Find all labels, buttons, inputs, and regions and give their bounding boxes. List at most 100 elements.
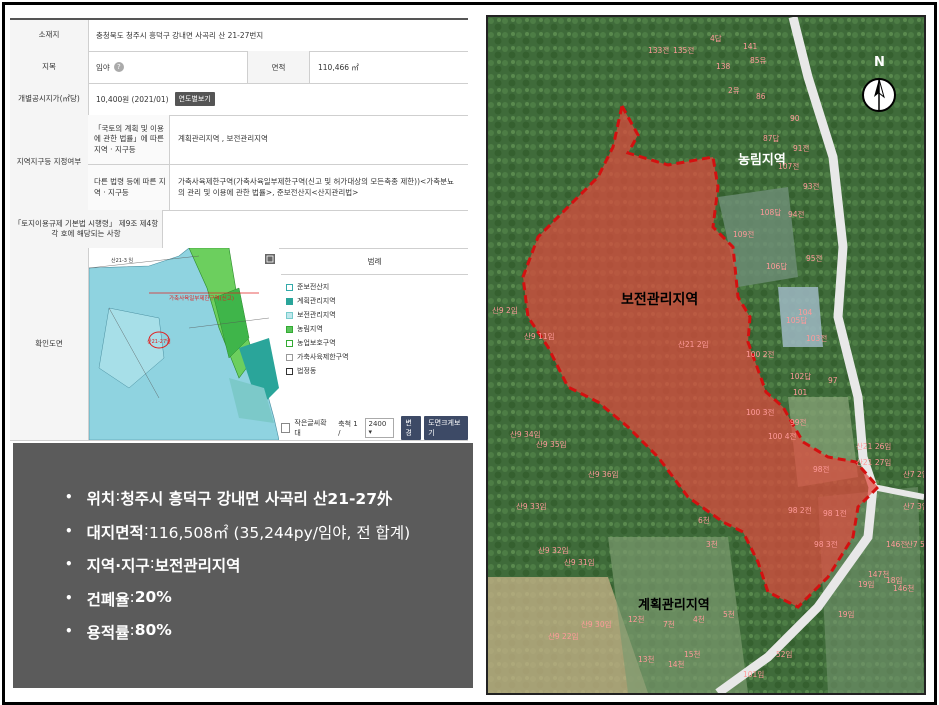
north-label: N <box>874 55 885 70</box>
cadastral-map[interactable]: 산21-3 임 가축사육일부제한구역(신고) 산21-27임 <box>89 248 279 440</box>
legend-swatch <box>286 311 293 319</box>
address-label: 소재지 <box>10 20 89 51</box>
enlarge-map-button[interactable]: 도면크게보기 <box>424 416 468 440</box>
summary-item-coverage: • 건폐율 : 20% <box>65 587 172 609</box>
category-row: 지목 임야 ? 면적 110,466 ㎡ <box>10 51 468 84</box>
legend-swatch <box>286 283 293 291</box>
aerial-map-canvas: N 보전관리지역 농림지역 계획관리지역 133전 135전 141 4답 13… <box>488 17 924 693</box>
map-label: 확인도면 <box>10 248 89 440</box>
price-label: 개별공시지가(㎡당) <box>10 83 89 115</box>
help-icon[interactable]: ? <box>113 62 124 72</box>
address-value: 충청북도 청주시 흥덕구 강내면 사곡리 산 21-27번지 <box>96 31 264 40</box>
legend-label: 농림지역 <box>297 325 323 333</box>
category-cell: 임야 ? <box>88 51 248 83</box>
regulation-row: 「토지이용규제 기본법 시행령」 제9조 제4항 각 호에 해당되는 사항 <box>10 210 468 249</box>
svg-text:산21 26임: 산21 26임 <box>856 441 891 451</box>
legend-item-5: 가축사육제한구역 <box>286 352 349 362</box>
svg-text:85유: 85유 <box>750 56 767 65</box>
svg-text:101: 101 <box>793 388 808 397</box>
address-row: 소재지 충청북도 청주시 흥덕구 강내면 사곡리 산 21-27번지 <box>10 20 468 52</box>
svg-text:52임: 52임 <box>776 650 792 659</box>
svg-text:산9 2임: 산9 2임 <box>492 305 518 315</box>
svg-text:86: 86 <box>756 92 766 101</box>
svg-text:90: 90 <box>790 114 800 123</box>
scale-select[interactable]: 2400 ▾ <box>364 418 395 438</box>
svg-text:19임: 19임 <box>838 610 854 619</box>
summary-item-zone: • 지역·지구 : 보전관리지역 <box>65 554 241 575</box>
svg-text:2유: 2유 <box>728 86 740 95</box>
zone-sub2-label: 다른 법령 등에 따른 지역 · 지구등 <box>88 165 170 210</box>
legend-item-0: 준보전산지 <box>286 282 329 292</box>
map-zoom-icon[interactable] <box>265 254 275 264</box>
legend-swatch <box>286 353 293 361</box>
svg-text:산9 32임: 산9 32임 <box>538 545 569 555</box>
svg-text:5천: 5천 <box>723 609 735 619</box>
svg-text:135전: 135전 <box>673 45 694 55</box>
svg-text:4천: 4천 <box>693 614 705 624</box>
svg-text:87답: 87답 <box>763 133 780 143</box>
svg-text:146천: 146천 <box>893 583 914 593</box>
svg-text:산7 5임: 산7 5임 <box>906 539 924 549</box>
svg-text:95전: 95전 <box>806 253 823 263</box>
svg-text:98 3전: 98 3전 <box>814 539 838 549</box>
svg-text:100 4전: 100 4전 <box>768 431 796 441</box>
land-info-table: 소재지 충청북도 청주시 흥덕구 강내면 사곡리 산 21-27번지 지목 임야… <box>10 18 468 442</box>
legend-title: 범례 <box>281 248 468 275</box>
legend-item-3: 농림지역 <box>286 324 323 334</box>
zone-label: 지역지구등 지정여부 <box>10 115 89 210</box>
svg-text:141: 141 <box>743 42 758 51</box>
price-cell: 10,400원 (2021/01) 연도별보기 <box>88 83 215 115</box>
zoom-text-checkbox[interactable] <box>281 423 291 433</box>
svg-text:산9 22임: 산9 22임 <box>548 631 579 641</box>
svg-text:6천: 6천 <box>698 515 710 525</box>
map-red-label: 가축사육일부제한구역(신고) <box>169 294 234 302</box>
svg-text:133전: 133전 <box>648 45 669 55</box>
map-top-label: 산21-3 임 <box>111 257 133 264</box>
change-button[interactable]: 변경 <box>401 416 422 440</box>
svg-text:산21 2임: 산21 2임 <box>678 339 709 349</box>
svg-text:99전: 99전 <box>790 417 807 427</box>
legend-swatch <box>286 339 293 347</box>
svg-text:19임: 19임 <box>858 580 874 589</box>
year-view-button[interactable]: 연도별보기 <box>174 92 215 106</box>
legend-item-1: 계획관리지역 <box>286 296 336 306</box>
zone-row: 지역지구등 지정여부 「국토의 계획 및 이용에 관한 법률」에 따른 지역 ·… <box>10 115 468 211</box>
price-row: 개별공시지가(㎡당) 10,400원 (2021/01) 연도별보기 <box>10 83 468 116</box>
price-value: 10,400원 (2021/01) <box>96 94 169 104</box>
legend-label: 농업보호구역 <box>297 339 336 347</box>
svg-text:146전: 146전 <box>886 539 907 549</box>
map-circle-label: 산21-27임 <box>147 338 171 345</box>
legend-swatch <box>286 325 293 333</box>
zone-label-conservation: 보전관리지역 <box>621 291 698 308</box>
legend-item-2: 보전관리지역 <box>286 310 336 320</box>
zone-label-planning: 계획관리지역 <box>638 597 710 613</box>
svg-text:15천: 15천 <box>684 649 701 659</box>
svg-text:산9 31임: 산9 31임 <box>564 557 595 567</box>
legend-swatch <box>286 297 293 305</box>
legend-label: 법정동 <box>297 367 317 375</box>
svg-text:101임: 101임 <box>743 670 764 679</box>
zoom-text-label: 작은글씨확대 <box>294 419 327 437</box>
svg-text:산9 36임: 산9 36임 <box>588 469 619 479</box>
svg-text:93전: 93전 <box>803 181 820 191</box>
category-label: 지목 <box>10 51 89 83</box>
legend-label: 가축사육제한구역 <box>297 353 349 361</box>
svg-text:91전: 91전 <box>793 143 810 153</box>
svg-text:산9 34임: 산9 34임 <box>510 429 541 439</box>
scale-label: 축척 1 / <box>338 420 358 437</box>
aerial-map[interactable]: N 보전관리지역 농림지역 계획관리지역 133전 135전 141 4답 13… <box>486 15 926 695</box>
svg-text:109전: 109전 <box>733 229 754 239</box>
svg-text:100 2전: 100 2전 <box>746 349 774 359</box>
svg-text:100 3전: 100 3전 <box>746 407 774 417</box>
legend-item-6: 법정동 <box>286 366 316 376</box>
map-row: 확인도면 산21-3 임 가축사육일부제한구역(신고) 산21-27임 범례 준… <box>10 248 468 441</box>
svg-text:산9 30임: 산9 30임 <box>581 619 612 629</box>
svg-text:3천: 3천 <box>706 539 718 549</box>
summary-panel: • 위치 : 청주시 흥덕구 강내면 사곡리 산21-27外 • 대지면적 : 11… <box>13 443 473 688</box>
svg-text:97: 97 <box>828 376 838 385</box>
summary-item-location: • 위치 : 청주시 흥덕구 강내면 사곡리 산21-27外 <box>65 487 393 508</box>
svg-text:12천: 12천 <box>628 614 645 624</box>
svg-text:104: 104 <box>798 308 813 317</box>
zone-sub1-value: 계획관리지역 , 보전관리지역 <box>170 115 468 165</box>
svg-text:산21 27임: 산21 27임 <box>856 457 891 467</box>
